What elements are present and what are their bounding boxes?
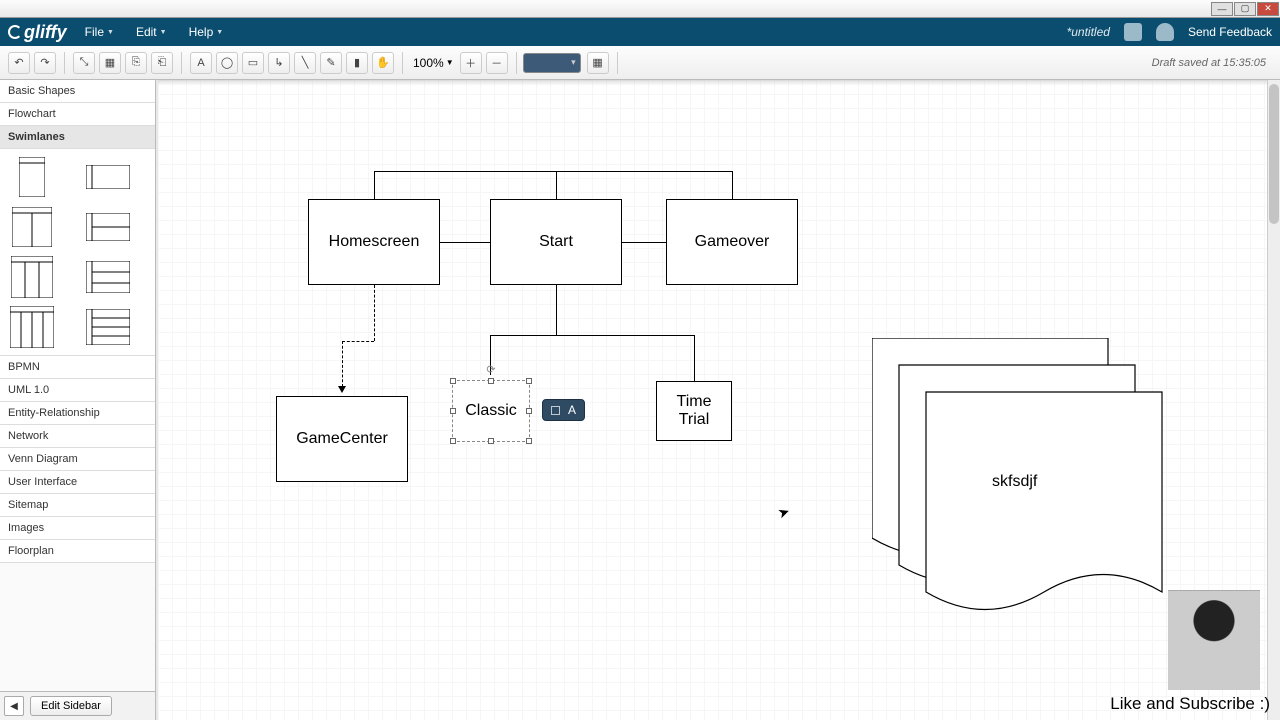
- webcam-overlay: [1168, 590, 1260, 690]
- node-homescreen[interactable]: Homescreen: [308, 199, 440, 285]
- sidebar-cat-floorplan[interactable]: Floorplan: [0, 540, 157, 563]
- shape-lane-h1[interactable]: [84, 157, 132, 197]
- sidebar-cat-sitemap[interactable]: Sitemap: [0, 494, 157, 517]
- zoom-level[interactable]: 100%▼: [413, 56, 454, 70]
- sidebar-cat-network[interactable]: Network: [0, 425, 157, 448]
- connector-tool[interactable]: ↳: [268, 52, 290, 74]
- pencil-tool[interactable]: ✎: [320, 52, 342, 74]
- cursor-icon: ➤: [775, 503, 792, 523]
- menubar: gliffy File▼ Edit▼ Help▼ *untitled Send …: [0, 18, 1280, 46]
- node-timetrial[interactable]: Time Trial: [656, 381, 732, 441]
- minimize-button[interactable]: —: [1211, 2, 1233, 16]
- document-title: *untitled: [1067, 25, 1110, 39]
- node-gameover[interactable]: Gameover: [666, 199, 798, 285]
- resize-handle[interactable]: [450, 438, 456, 444]
- shape-lane-h2[interactable]: [84, 207, 132, 247]
- text-tool[interactable]: A: [190, 52, 212, 74]
- close-button[interactable]: ✕: [1257, 2, 1279, 16]
- share-icon[interactable]: [1124, 23, 1142, 41]
- resize-handle[interactable]: [526, 378, 532, 384]
- sidebar-cat-bpmn[interactable]: BPMN: [0, 356, 157, 379]
- sidebar-cat-ui[interactable]: User Interface: [0, 471, 157, 494]
- resize-handle[interactable]: [488, 438, 494, 444]
- group-button[interactable]: ▦: [99, 52, 121, 74]
- shape-lane-h3[interactable]: [84, 257, 132, 297]
- sidebar-cat-images[interactable]: Images: [0, 517, 157, 540]
- hand-tool[interactable]: ✋: [372, 52, 394, 74]
- paste-button[interactable]: ⎗: [151, 52, 173, 74]
- redo-button[interactable]: ↷: [34, 52, 56, 74]
- resize-handle[interactable]: [526, 438, 532, 444]
- shape-lane-v3[interactable]: [8, 257, 56, 297]
- copy-button[interactable]: ⎘: [125, 52, 147, 74]
- shape-lane-v2[interactable]: [8, 207, 56, 247]
- sidebar-cat-basic-shapes[interactable]: Basic Shapes: [0, 80, 157, 103]
- resize-handle[interactable]: [526, 408, 532, 414]
- sidebar-cat-flowchart[interactable]: Flowchart: [0, 103, 157, 126]
- maximize-button[interactable]: ▢: [1234, 2, 1256, 16]
- sidebar-cat-er[interactable]: Entity-Relationship: [0, 402, 157, 425]
- rotate-handle-icon[interactable]: ⟳: [486, 363, 495, 376]
- sidebar-cat-uml[interactable]: UML 1.0: [0, 379, 157, 402]
- pill-text-icon: A: [568, 403, 576, 417]
- zoom-out-button[interactable]: －: [486, 52, 508, 74]
- undo-button[interactable]: ↶: [8, 52, 30, 74]
- line-tool[interactable]: ╲: [294, 52, 316, 74]
- sidebar-cat-swimlanes[interactable]: Swimlanes: [0, 126, 157, 149]
- node-document-label: skfsdjf: [992, 473, 1037, 491]
- ellipse-tool[interactable]: ◯: [216, 52, 238, 74]
- pointer-tool[interactable]: ▮: [346, 52, 368, 74]
- window-titlebar: — ▢ ✕: [0, 0, 1280, 18]
- node-gamecenter[interactable]: GameCenter: [276, 396, 408, 482]
- menu-edit[interactable]: Edit▼: [136, 25, 167, 39]
- diagram-canvas[interactable]: Homescreen Start Gameover GameCenter ⟳ C…: [158, 80, 1280, 720]
- edit-sidebar-button[interactable]: Edit Sidebar: [30, 696, 112, 716]
- shape-lane-v4[interactable]: [8, 307, 56, 347]
- app-logo: gliffy: [8, 22, 67, 43]
- zoom-in-button[interactable]: ＋: [460, 52, 482, 74]
- ungroup-button[interactable]: ⤡: [73, 52, 95, 74]
- fill-color-picker[interactable]: [523, 53, 581, 73]
- toolbar: ↶ ↷ ⤡ ▦ ⎘ ⎗ A ◯ ▭ ↳ ╲ ✎ ▮ ✋ 100%▼ ＋ － ▦ …: [0, 46, 1280, 80]
- menu-file[interactable]: File▼: [85, 25, 114, 39]
- shape-lane-v1[interactable]: [8, 157, 56, 197]
- theme-button[interactable]: ▦: [587, 52, 609, 74]
- footer-cta: Like and Subscribe :): [1110, 694, 1270, 714]
- user-icon[interactable]: [1156, 23, 1174, 41]
- context-pill[interactable]: A: [542, 399, 585, 421]
- pill-shape-icon: [551, 406, 560, 415]
- node-classic[interactable]: ⟳ Classic: [452, 380, 530, 442]
- resize-handle[interactable]: [488, 378, 494, 384]
- swimlane-shapes-palette: [0, 149, 157, 356]
- resize-handle[interactable]: [450, 408, 456, 414]
- save-status: Draft saved at 15:35:05: [1152, 57, 1274, 69]
- shape-lane-h4[interactable]: [84, 307, 132, 347]
- canvas-scrollbar[interactable]: [1267, 80, 1280, 720]
- shapes-sidebar: Basic Shapes Flowchart Swimlanes BPMN UM…: [0, 80, 158, 720]
- rectangle-tool[interactable]: ▭: [242, 52, 264, 74]
- send-feedback-link[interactable]: Send Feedback: [1188, 25, 1272, 39]
- menu-help[interactable]: Help▼: [189, 25, 224, 39]
- resize-handle[interactable]: [450, 378, 456, 384]
- sidebar-cat-venn[interactable]: Venn Diagram: [0, 448, 157, 471]
- sidebar-collapse-button[interactable]: ◀: [4, 696, 24, 716]
- node-start[interactable]: Start: [490, 199, 622, 285]
